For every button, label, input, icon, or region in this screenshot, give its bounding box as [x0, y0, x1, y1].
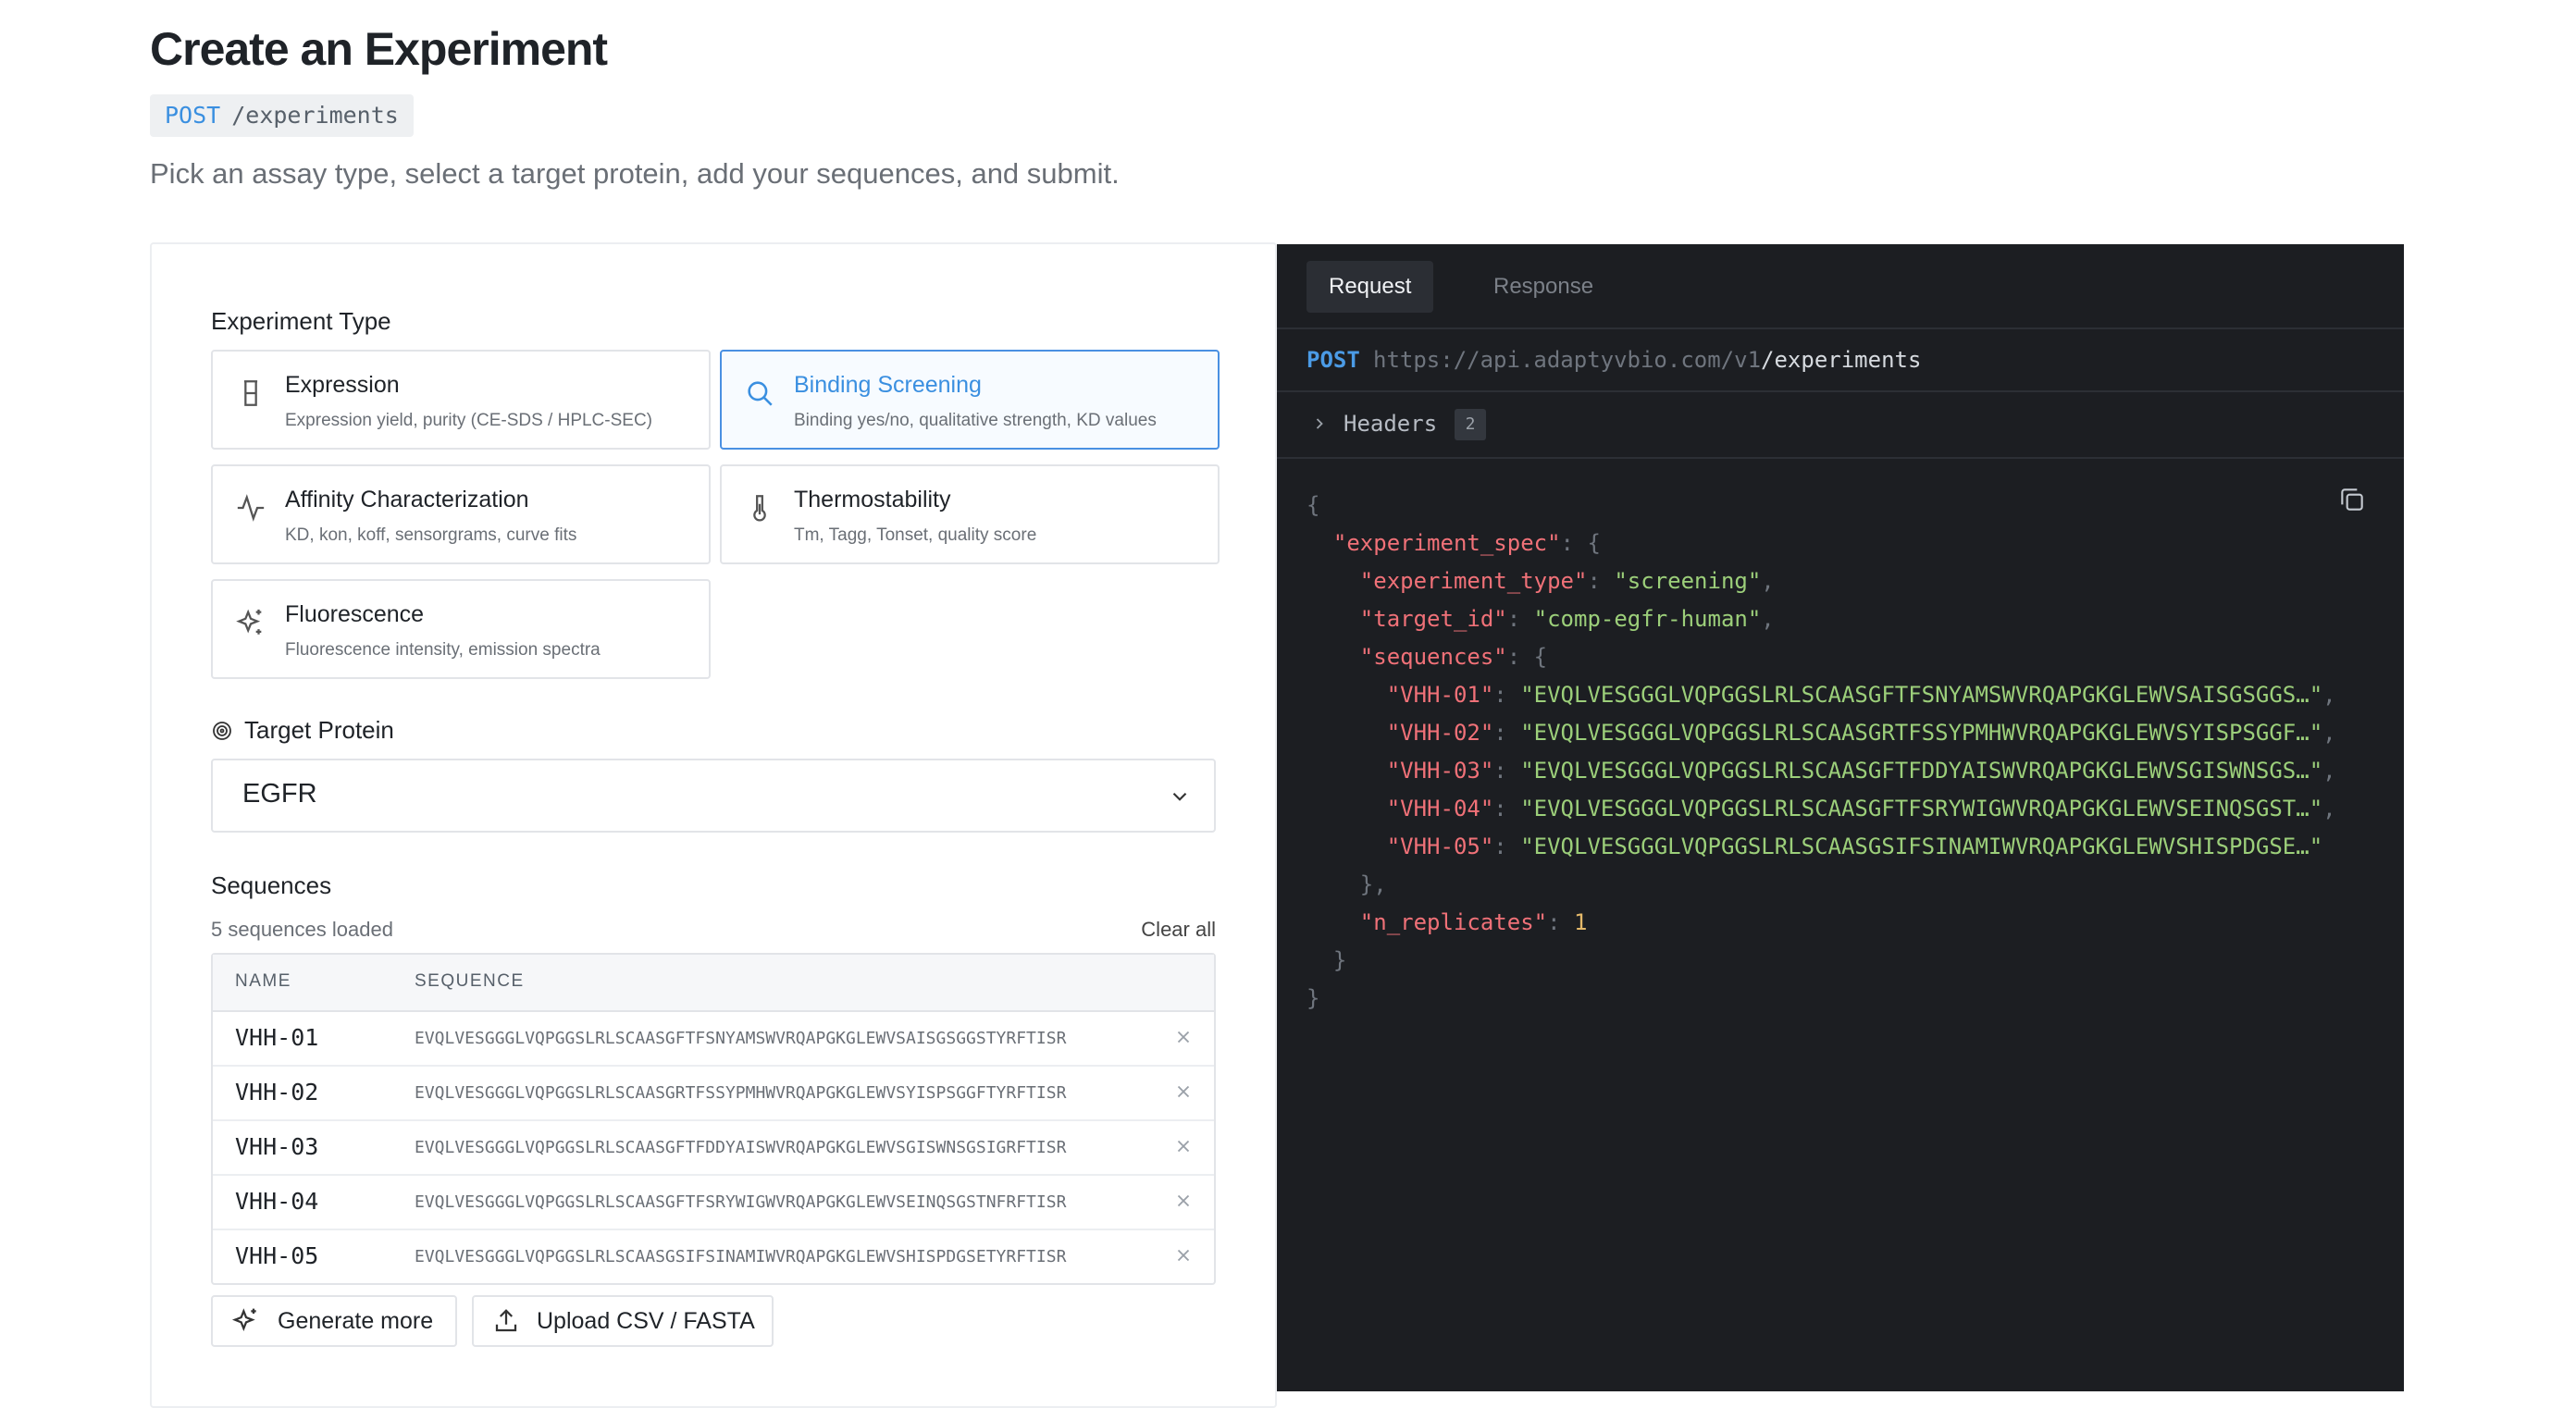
card-title: Binding Screening: [794, 372, 982, 398]
code-panel: Request Response POST https://api.adapty…: [1277, 244, 2404, 1391]
card-title: Fluorescence: [285, 601, 425, 627]
card-expression[interactable]: Expression Expression yield, purity (CE-…: [211, 350, 711, 450]
endpoint-badge: POST/experiments: [150, 94, 414, 137]
card-fluorescence[interactable]: Fluorescence Fluorescence intensity, emi…: [211, 579, 711, 679]
json-key: "VHH-03": [1386, 758, 1494, 784]
card-desc: Fluorescence intensity, emission spectra: [285, 640, 601, 660]
chevron-right-icon: [1316, 418, 1323, 429]
card-desc: Expression yield, purity (CE-SDS / HPLC-…: [285, 411, 652, 430]
card-thermostability[interactable]: Thermostability Tm, Tagg, Tonset, qualit…: [720, 464, 1220, 564]
json-key: "VHH-02": [1386, 720, 1494, 746]
json-key: "VHH-04": [1386, 796, 1494, 821]
request-json: { "experiment_spec": { "experiment_type"…: [1307, 492, 2336, 1011]
json-string: "comp-egfr-human": [1533, 606, 1762, 632]
json-key: "sequences": [1359, 644, 1507, 670]
table-row: VHH-03 EVQLVESGGGLVQPGGSLRLSCAASGFTFDDYA…: [213, 1121, 1214, 1176]
card-affinity-characterization[interactable]: Affinity Characterization KD, kon, koff,…: [211, 464, 711, 564]
table-row: VHH-05 EVQLVESGGGLVQPGGSLRLSCAASGSIFSINA…: [213, 1230, 1214, 1283]
column-header-name: NAME: [235, 971, 291, 991]
sequences-label: Sequences: [211, 871, 332, 899]
json-string: "EVQLVESGGGLVQPGGSLRLSCAASGFTFDDYAISWVRQ…: [1520, 758, 2323, 784]
headers-label: Headers: [1344, 411, 1438, 437]
endpoint-method: POST: [165, 102, 221, 129]
card-binding-screening[interactable]: Binding Screening Binding yes/no, qualit…: [720, 350, 1220, 450]
card-desc: KD, kon, koff, sensorgrams, curve fits: [285, 525, 577, 545]
json-string: "EVQLVESGGGLVQPGGSLRLSCAASGFTFSNYAMSWVRQ…: [1520, 682, 2323, 708]
row-name: VHH-01: [235, 1024, 319, 1051]
row-sequence: EVQLVESGGGLVQPGGSLRLSCAASGFTFSRYWIGWVRQA…: [415, 1192, 1067, 1212]
page-title: Create an Experiment: [150, 23, 608, 75]
json-key: "experiment_type": [1359, 568, 1588, 594]
thermometer-icon: [753, 495, 766, 522]
table-row: VHH-02 EVQLVESGGGLVQPGGSLRLSCAASGRTFSSYP…: [213, 1067, 1214, 1121]
headers-toggle[interactable]: Headers 2: [1277, 392, 2404, 459]
request-url: https://api.adaptyvbio.com/v1/experiment…: [1373, 329, 1921, 390]
endpoint-path: /experiments: [231, 102, 399, 129]
json-string: "EVQLVESGGGLVQPGGSLRLSCAASGFTFSRYWIGWVRQ…: [1520, 796, 2323, 821]
remove-row-icon[interactable]: [1173, 1245, 1194, 1266]
generate-more-button[interactable]: Generate more: [211, 1295, 457, 1347]
json-key: "experiment_spec": [1332, 530, 1561, 556]
activity-icon: [237, 494, 265, 522]
row-name: VHH-03: [235, 1133, 319, 1160]
row-sequence: EVQLVESGGGLVQPGGSLRLSCAASGRTFSSYPMHWVRQA…: [415, 1083, 1067, 1103]
tab-request[interactable]: Request: [1307, 261, 1434, 313]
generate-more-label: Generate more: [278, 1307, 434, 1334]
card-title: Thermostability: [794, 487, 951, 513]
table-row: VHH-04 EVQLVESGGGLVQPGGSLRLSCAASGFTFSRYW…: [213, 1176, 1214, 1230]
json-string: "screening": [1614, 568, 1762, 594]
upload-label: Upload CSV / FASTA: [537, 1307, 755, 1334]
target-protein-label-text: Target Protein: [244, 716, 394, 744]
json-key: "VHH-05": [1386, 834, 1494, 859]
chevron-down-icon: [1172, 792, 1187, 801]
remove-row-icon[interactable]: [1173, 1027, 1194, 1047]
column-header-sequence: SEQUENCE: [415, 971, 525, 991]
table-header: NAME SEQUENCE: [213, 955, 1214, 1012]
beaker-icon: [243, 380, 258, 406]
json-string: "EVQLVESGGGLVQPGGSLRLSCAASGRTFSSYPMHWVRQ…: [1520, 720, 2323, 746]
request-method: POST: [1307, 347, 1360, 373]
remove-row-icon[interactable]: [1173, 1136, 1194, 1156]
card-desc: Tm, Tagg, Tonset, quality score: [794, 525, 1037, 545]
target-protein-select[interactable]: EGFR: [211, 759, 1216, 833]
sequences-count: 5 sequences loaded: [211, 918, 393, 941]
target-protein-label: Target Protein: [211, 716, 394, 745]
card-title: Expression: [285, 372, 400, 398]
json-key: "target_id": [1359, 606, 1507, 632]
remove-row-icon[interactable]: [1173, 1081, 1194, 1102]
sparkles-icon: [231, 1308, 256, 1332]
copy-icon[interactable]: [2337, 485, 2367, 514]
json-key: "n_replicates": [1359, 909, 1548, 935]
request-url-path: /experiments: [1761, 347, 1922, 373]
row-name: VHH-04: [235, 1188, 319, 1215]
upload-icon: [495, 1309, 517, 1332]
tab-bar: Request Response: [1277, 244, 2404, 329]
experiment-type-label: Experiment Type: [211, 307, 391, 335]
remove-row-icon[interactable]: [1173, 1191, 1194, 1211]
request-url-bar: POST https://api.adaptyvbio.com/v1/exper…: [1277, 329, 2404, 392]
sparkles-icon: [236, 609, 262, 635]
json-key: "VHH-01": [1386, 682, 1494, 708]
search-icon: [748, 381, 773, 406]
card-desc: Binding yes/no, qualitative strength, KD…: [794, 411, 1157, 430]
row-sequence: EVQLVESGGGLVQPGGSLRLSCAASGFTFDDYAISWVRQA…: [415, 1138, 1067, 1157]
json-string: "EVQLVESGGGLVQPGGSLRLSCAASGSIFSINAMIWVRQ…: [1520, 834, 2323, 859]
sequences-table: NAME SEQUENCE VHH-01 EVQLVESGGGLVQPGGSLR…: [211, 953, 1216, 1285]
row-sequence: EVQLVESGGGLVQPGGSLRLSCAASGFTFSNYAMSWVRQA…: [415, 1029, 1067, 1048]
request-url-host: https://api.adaptyvbio.com/v1: [1373, 347, 1762, 373]
target-protein-value: EGFR: [242, 779, 317, 809]
clear-all-button[interactable]: Clear all: [1141, 918, 1216, 942]
upload-csv-fasta-button[interactable]: Upload CSV / FASTA: [472, 1295, 774, 1347]
tab-response[interactable]: Response: [1471, 261, 1616, 313]
row-name: VHH-05: [235, 1242, 319, 1269]
page-subtitle: Pick an assay type, select a target prot…: [150, 157, 1120, 190]
card-title: Affinity Characterization: [285, 487, 529, 513]
json-number: 1: [1574, 909, 1588, 935]
row-name: VHH-02: [235, 1079, 319, 1105]
target-icon: [213, 721, 231, 740]
headers-count-badge: 2: [1455, 409, 1486, 440]
row-sequence: EVQLVESGGGLVQPGGSLRLSCAASGSIFSINAMIWVRQA…: [415, 1247, 1067, 1266]
table-row: VHH-01 EVQLVESGGGLVQPGGSLRLSCAASGFTFSNYA…: [213, 1012, 1214, 1067]
